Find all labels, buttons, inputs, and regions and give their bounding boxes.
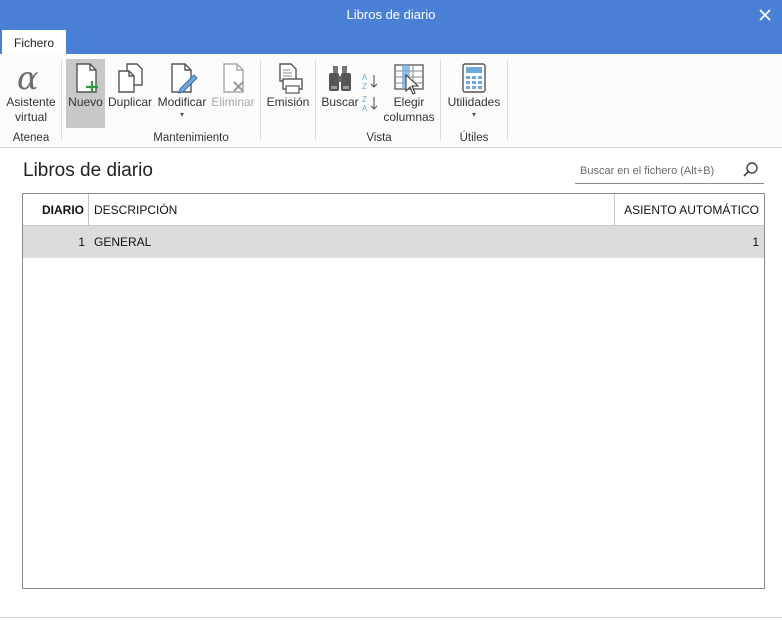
table-row[interactable]: 1 GENERAL 1 xyxy=(23,226,764,258)
search-box xyxy=(575,158,764,184)
utilidades-button[interactable]: Utilidades ▾ xyxy=(445,59,503,127)
alpha-icon: α xyxy=(14,61,48,95)
asistente-label-2: virtual xyxy=(14,110,47,124)
svg-text:A: A xyxy=(362,73,368,82)
emision-label: Emisión xyxy=(266,95,310,109)
title-bar: Libros de diario xyxy=(0,0,782,30)
sort-ascending-icon[interactable]: AZ xyxy=(361,72,379,91)
emision-button[interactable]: Emisión xyxy=(265,59,311,127)
group-separator xyxy=(260,60,261,140)
utilidades-label: Utilidades xyxy=(447,95,501,109)
svg-text:Z: Z xyxy=(362,95,367,104)
duplicate-icon xyxy=(113,61,147,95)
new-document-icon xyxy=(69,61,103,95)
group-separator xyxy=(61,60,62,140)
group-separator xyxy=(440,60,441,140)
duplicar-button[interactable]: Duplicar xyxy=(107,59,153,127)
modificar-dropdown-icon: ▾ xyxy=(179,110,184,119)
grid-header: DIARIO DESCRIPCIÓN ASIENTO AUTOMÁTICO xyxy=(23,194,764,226)
delete-document-icon xyxy=(216,61,250,95)
search-icon[interactable] xyxy=(742,161,760,179)
asistente-virtual-button[interactable]: α Asistente virtual xyxy=(4,59,58,127)
modificar-label: Modificar xyxy=(157,95,207,109)
cell-asiento-automatico: 1 xyxy=(752,235,759,249)
svg-text:Z: Z xyxy=(362,82,367,90)
utilidades-dropdown-icon: ▾ xyxy=(471,110,476,119)
tab-fichero[interactable]: Fichero xyxy=(2,30,66,54)
buscar-button[interactable]: Buscar xyxy=(320,59,360,127)
group-separator xyxy=(315,60,316,140)
close-icon xyxy=(759,9,771,21)
status-divider xyxy=(0,617,782,618)
nuevo-label: Nuevo xyxy=(68,95,103,109)
asistente-label-1: Asistente xyxy=(6,95,56,109)
edit-document-icon xyxy=(165,61,199,95)
column-header-descripcion[interactable]: DESCRIPCIÓN xyxy=(89,194,615,225)
ribbon-tabstrip: Fichero xyxy=(0,30,782,54)
close-button[interactable] xyxy=(748,0,782,30)
cell-diario: 1 xyxy=(78,235,85,249)
eliminar-label: Eliminar xyxy=(211,95,255,109)
group-separator xyxy=(507,60,508,140)
elegir-label-2: columnas xyxy=(383,110,435,124)
elegir-columnas-button[interactable]: Elegir columnas xyxy=(382,59,436,127)
window-title: Libros de diario xyxy=(346,7,436,22)
nuevo-button[interactable]: Nuevo xyxy=(66,59,105,128)
column-header-asiento-automatico[interactable]: ASIENTO AUTOMÁTICO xyxy=(615,194,764,225)
sort-descending-icon[interactable]: ZA xyxy=(361,94,379,113)
search-input[interactable] xyxy=(580,162,730,180)
page-title: Libros de diario xyxy=(23,160,153,181)
group-label-mantenimiento: Mantenimiento xyxy=(153,132,229,144)
print-icon xyxy=(271,61,305,95)
group-label-vista: Vista xyxy=(366,132,392,144)
cell-descripcion: GENERAL xyxy=(94,235,152,249)
buscar-label: Buscar xyxy=(321,95,359,109)
ribbon: α Asistente virtual Atenea Nuevo Duplica… xyxy=(0,54,782,148)
duplicar-label: Duplicar xyxy=(107,95,152,109)
group-label-atenea: Atenea xyxy=(12,132,50,144)
column-header-diario[interactable]: DIARIO xyxy=(23,194,89,225)
svg-text:A: A xyxy=(362,104,368,112)
modificar-button[interactable]: Modificar ▾ xyxy=(156,59,208,127)
binoculars-icon xyxy=(323,61,357,95)
svg-text:α: α xyxy=(17,61,39,95)
eliminar-button[interactable]: Eliminar xyxy=(210,59,256,127)
group-label-utiles: Útiles xyxy=(459,132,489,144)
data-grid: DIARIO DESCRIPCIÓN ASIENTO AUTOMÁTICO 1 … xyxy=(22,193,765,589)
calculator-icon xyxy=(457,61,491,95)
elegir-label-1: Elegir xyxy=(393,95,425,109)
columns-icon xyxy=(392,61,426,95)
